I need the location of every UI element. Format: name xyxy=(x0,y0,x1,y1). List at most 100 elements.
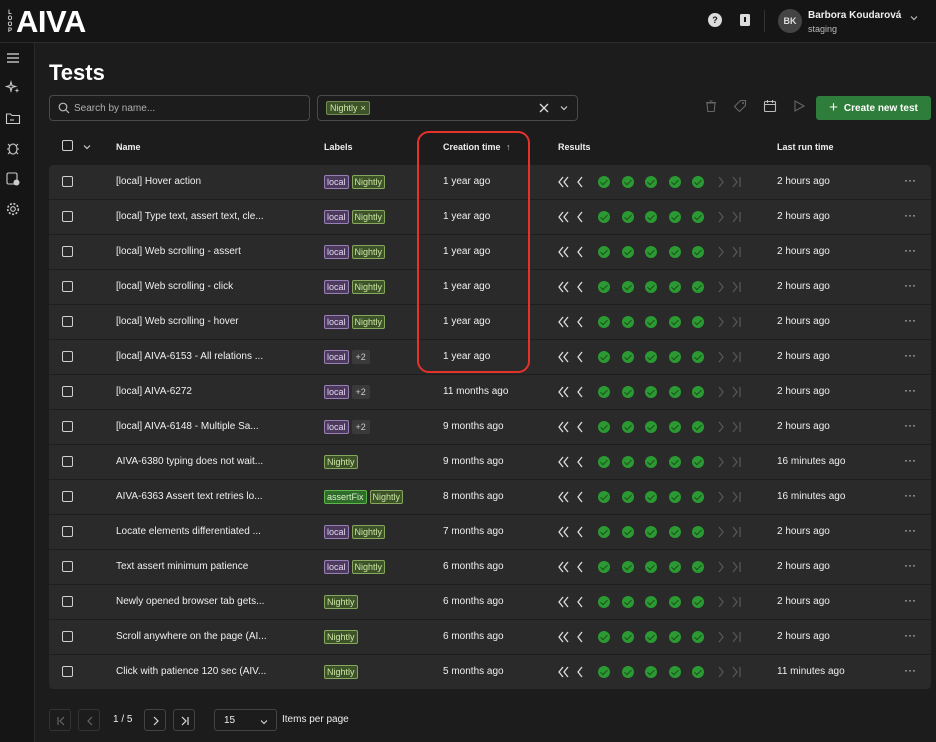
result-passed-icon[interactable] xyxy=(692,246,704,258)
row-menu-icon[interactable]: ··· xyxy=(904,593,916,607)
column-header-creation-time[interactable]: Creation time ↑ xyxy=(443,142,511,152)
row-checkbox[interactable] xyxy=(62,421,73,432)
result-passed-icon[interactable] xyxy=(598,666,610,678)
next-result-icon[interactable] xyxy=(714,350,728,364)
row-checkbox[interactable] xyxy=(62,386,73,397)
result-passed-icon[interactable] xyxy=(645,666,657,678)
result-passed-icon[interactable] xyxy=(668,526,681,538)
last-result-icon[interactable] xyxy=(730,630,744,644)
chip-remove-icon[interactable]: × xyxy=(361,102,366,114)
row-checkbox[interactable] xyxy=(62,561,73,572)
result-passed-icon[interactable] xyxy=(598,596,610,608)
result-passed-icon[interactable] xyxy=(668,246,681,258)
result-passed-icon[interactable] xyxy=(645,526,657,538)
row-checkbox[interactable] xyxy=(62,211,73,222)
table-row[interactable]: Scroll anywhere on the page (AI... Nightl… xyxy=(49,620,931,655)
previous-result-icon[interactable] xyxy=(574,420,588,434)
result-passed-icon[interactable] xyxy=(621,666,634,678)
result-passed-icon[interactable] xyxy=(692,666,704,678)
test-name[interactable]: AIVA-6363 Assert text retries lo... xyxy=(116,491,281,502)
chevron-down-icon[interactable] xyxy=(82,142,92,152)
next-result-icon[interactable] xyxy=(714,420,728,434)
result-passed-icon[interactable] xyxy=(692,281,704,293)
result-passed-icon[interactable] xyxy=(692,316,704,328)
column-header-labels[interactable]: Labels xyxy=(324,142,353,152)
result-passed-icon[interactable] xyxy=(621,316,634,328)
previous-result-icon[interactable] xyxy=(574,560,588,574)
first-result-icon[interactable] xyxy=(557,245,571,259)
table-row[interactable]: AIVA-6380 typing does not wait... Nightly… xyxy=(49,445,931,480)
test-run-icon[interactable] xyxy=(5,171,21,187)
result-passed-icon[interactable] xyxy=(692,526,704,538)
test-name[interactable]: [local] Web scrolling - assert xyxy=(116,246,281,257)
result-passed-icon[interactable] xyxy=(598,491,610,503)
last-result-icon[interactable] xyxy=(730,665,744,679)
result-passed-icon[interactable] xyxy=(668,211,681,223)
delete-icon[interactable] xyxy=(704,99,718,113)
first-result-icon[interactable] xyxy=(557,280,571,294)
search-input[interactable] xyxy=(74,100,304,116)
row-menu-icon[interactable]: ··· xyxy=(904,313,916,327)
result-passed-icon[interactable] xyxy=(668,281,681,293)
row-checkbox[interactable] xyxy=(62,631,73,642)
test-name[interactable]: Locate elements differentiated ... xyxy=(116,526,281,537)
previous-result-icon[interactable] xyxy=(574,280,588,294)
row-checkbox[interactable] xyxy=(62,596,73,607)
test-name[interactable]: [local] Web scrolling - hover xyxy=(116,316,281,327)
result-passed-icon[interactable] xyxy=(621,281,634,293)
sparkle-icon[interactable] xyxy=(5,79,21,95)
next-result-icon[interactable] xyxy=(714,490,728,504)
result-passed-icon[interactable] xyxy=(692,386,704,398)
result-passed-icon[interactable] xyxy=(645,596,657,608)
result-passed-icon[interactable] xyxy=(692,176,704,188)
last-result-icon[interactable] xyxy=(730,525,744,539)
result-passed-icon[interactable] xyxy=(598,526,610,538)
result-passed-icon[interactable] xyxy=(621,176,634,188)
result-passed-icon[interactable] xyxy=(598,176,610,188)
next-result-icon[interactable] xyxy=(714,525,728,539)
run-icon[interactable] xyxy=(792,99,806,113)
last-result-icon[interactable] xyxy=(730,595,744,609)
table-row[interactable]: [local] Web scrolling - assert local Night… xyxy=(49,235,931,270)
result-passed-icon[interactable] xyxy=(645,631,657,643)
calendar-icon[interactable] xyxy=(763,99,777,113)
chevron-down-icon[interactable] xyxy=(559,103,569,113)
result-passed-icon[interactable] xyxy=(621,211,634,223)
result-passed-icon[interactable] xyxy=(645,246,657,258)
result-passed-icon[interactable] xyxy=(621,596,634,608)
result-passed-icon[interactable] xyxy=(668,631,681,643)
next-result-icon[interactable] xyxy=(714,595,728,609)
last-page-button[interactable] xyxy=(173,709,195,731)
column-header-last-run-time[interactable]: Last run time xyxy=(777,142,834,152)
table-row[interactable]: [local] Web scrolling - click local Nightl… xyxy=(49,270,931,305)
next-result-icon[interactable] xyxy=(714,665,728,679)
last-result-icon[interactable] xyxy=(730,350,744,364)
last-result-icon[interactable] xyxy=(730,455,744,469)
row-menu-icon[interactable]: ··· xyxy=(904,663,916,677)
first-result-icon[interactable] xyxy=(557,350,571,364)
result-passed-icon[interactable] xyxy=(598,316,610,328)
result-passed-icon[interactable] xyxy=(621,421,634,433)
more-labels-badge[interactable]: +2 xyxy=(351,350,370,364)
last-result-icon[interactable] xyxy=(730,175,744,189)
result-passed-icon[interactable] xyxy=(598,246,610,258)
result-passed-icon[interactable] xyxy=(645,491,657,503)
previous-result-icon[interactable] xyxy=(574,665,588,679)
table-row[interactable]: [local] AIVA-6153 - All relations ... loc… xyxy=(49,340,931,375)
logo[interactable]: L O O P AIVA xyxy=(6,5,87,39)
table-row[interactable]: Click with patience 120 sec (AIV... Night… xyxy=(49,655,931,689)
bug-icon[interactable] xyxy=(5,140,21,156)
test-name[interactable]: [local] AIVA-6148 - Multiple Sa... xyxy=(116,421,281,432)
last-result-icon[interactable] xyxy=(730,280,744,294)
last-result-icon[interactable] xyxy=(730,245,744,259)
result-passed-icon[interactable] xyxy=(645,281,657,293)
next-result-icon[interactable] xyxy=(714,315,728,329)
row-menu-icon[interactable]: ··· xyxy=(904,488,916,502)
test-name[interactable]: [local] Type text, assert text, cle... xyxy=(116,211,281,222)
result-passed-icon[interactable] xyxy=(598,561,610,573)
result-passed-icon[interactable] xyxy=(692,561,704,573)
first-result-icon[interactable] xyxy=(557,175,571,189)
row-checkbox[interactable] xyxy=(62,491,73,502)
result-passed-icon[interactable] xyxy=(668,456,681,468)
result-passed-icon[interactable] xyxy=(645,351,657,363)
